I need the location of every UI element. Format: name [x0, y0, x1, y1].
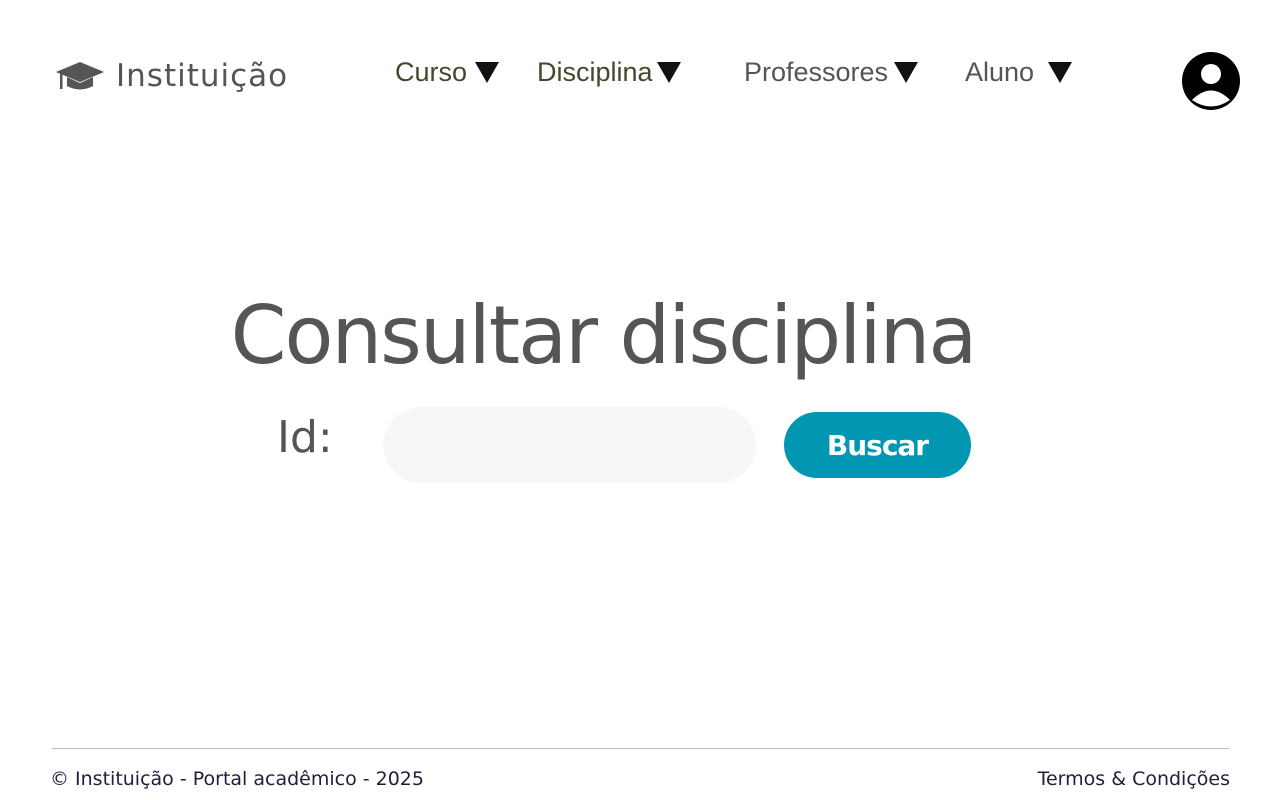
nav-item-curso[interactable]: Curso — [395, 52, 500, 92]
triangle-down-icon — [656, 61, 681, 83]
terms-link[interactable]: Termos & Condições — [1038, 767, 1230, 791]
graduation-cap-icon — [54, 56, 106, 96]
brand-link[interactable]: Instituição — [54, 56, 288, 96]
nav-item-label: Disciplina — [537, 56, 653, 87]
id-input[interactable] — [383, 407, 756, 483]
nav-item-disciplina[interactable]: Disciplina — [537, 52, 681, 92]
nav-item-aluno[interactable]: Aluno — [965, 52, 1073, 92]
user-circle-icon[interactable] — [1181, 51, 1241, 111]
nav-item-label: Curso — [395, 56, 468, 87]
footer-copyright: © Instituição - Portal acadêmico - 2025 — [50, 768, 424, 790]
triangle-down-icon — [894, 61, 919, 83]
footer-divider — [52, 748, 1230, 749]
page: Instituição Curso Disciplina Professores… — [0, 0, 1280, 800]
id-label: Id: — [277, 412, 333, 463]
nav-item-label: Aluno — [965, 56, 1035, 87]
search-button[interactable]: Buscar — [784, 412, 971, 478]
brand-name: Instituição — [116, 58, 289, 94]
nav-item-professores[interactable]: Professores — [744, 52, 919, 92]
page-title: Consultar disciplina — [230, 289, 978, 382]
triangle-down-icon — [1048, 61, 1073, 83]
triangle-down-icon — [475, 61, 500, 83]
nav-item-label: Professores — [744, 56, 889, 87]
